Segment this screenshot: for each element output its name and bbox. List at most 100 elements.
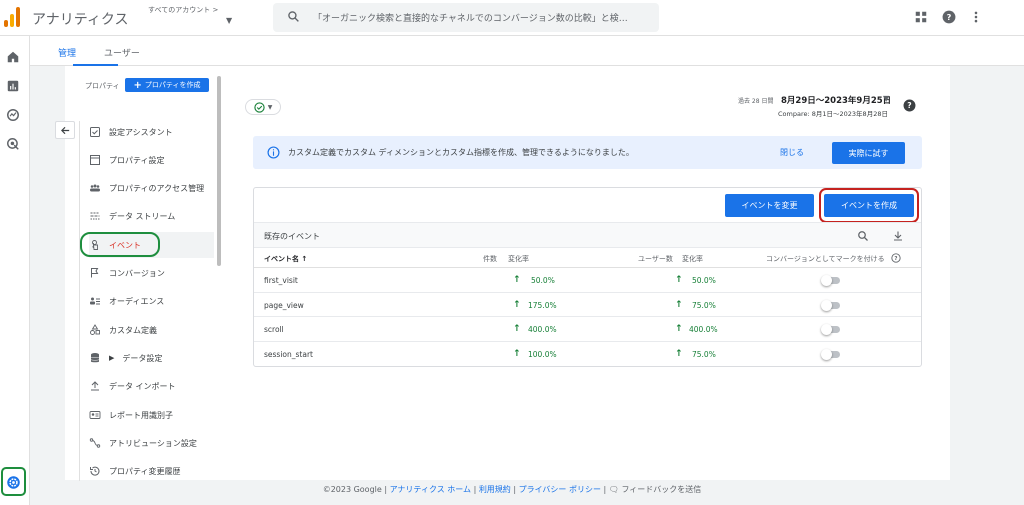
home-icon[interactable] [6, 50, 20, 64]
count-change: 400.0% [528, 325, 557, 334]
nav-property-settings[interactable]: プロパティ設定 [89, 147, 214, 173]
nav-property-change-history[interactable]: プロパティ変更履歴 [89, 458, 214, 484]
nav-label: データ設定 [122, 353, 163, 363]
history-icon [90, 466, 100, 476]
analytics-logo[interactable] [4, 7, 22, 27]
arrow-up-icon: ↑ [513, 299, 521, 310]
help-icon[interactable]: ? [903, 99, 916, 112]
nav-label: データ インポート [109, 381, 176, 391]
nav-audiences[interactable]: オーディエンス [89, 288, 214, 314]
data-quality-chip[interactable]: ▼ [245, 99, 281, 115]
privacy-link[interactable]: プライバシー ポリシー [519, 485, 601, 494]
try-it-button[interactable]: 実際に試す [832, 142, 905, 164]
top-app-bar: アナリティクス すべてのアカウント > ▼ 「オーガニック検索と直接的なチャネル… [0, 0, 1024, 36]
help-icon[interactable]: ? [942, 10, 956, 24]
dismiss-banner-link[interactable]: 閉じる [780, 147, 804, 158]
explore-icon[interactable] [6, 108, 20, 122]
events-card: イベントを変更 イベントを作成 既存のイベント イベント名 ↑ 件数 変化率 ユ… [253, 187, 922, 367]
nav-data-import[interactable]: データ インポート [89, 373, 214, 399]
nav-label: プロパティのアクセス管理 [109, 183, 205, 193]
table-row[interactable]: scroll ↑ 400.0% ↑ 400.0% [254, 317, 921, 342]
date-range-picker[interactable]: 8月29日～2023年9月25日 [781, 94, 891, 106]
event-name[interactable]: session_start [264, 350, 313, 359]
search-icon [288, 11, 299, 22]
nav-label: アトリビューション設定 [109, 438, 197, 448]
conversion-toggle[interactable] [821, 348, 841, 360]
nav-access-management[interactable]: プロパティのアクセス管理 [89, 175, 214, 201]
arrow-up-icon: ↑ [513, 348, 521, 359]
nav-label: カスタム定義 [109, 325, 157, 335]
reports-icon[interactable] [6, 79, 20, 93]
count-change: 50.0% [531, 276, 555, 285]
nav-label: 設定アシスタント [109, 127, 173, 137]
feedback-link[interactable]: フィードバックを送信 [621, 485, 701, 494]
nav-setup-assistant[interactable]: 設定アシスタント [89, 119, 214, 145]
conversion-toggle[interactable] [821, 324, 841, 335]
search-bar[interactable]: 「オーガニック検索と直接的なチャネルでのコンバージョン数の比較」と検… [273, 3, 659, 32]
apps-grid-icon[interactable] [914, 10, 928, 24]
nav-data-settings[interactable]: ▶ データ設定 [89, 345, 214, 371]
conversion-toggle[interactable] [821, 275, 841, 286]
audience-icon [90, 297, 100, 305]
section-title: 既存のイベント [264, 232, 320, 241]
help-outline-icon[interactable]: ? [891, 253, 901, 263]
info-icon [267, 146, 280, 159]
more-vert-icon[interactable] [969, 10, 983, 24]
nav-custom-definitions[interactable]: カスタム定義 [89, 317, 214, 343]
account-selector[interactable]: すべてのアカウント > [148, 5, 218, 15]
arrow-up-icon: ↑ [675, 275, 683, 285]
tab-admin[interactable]: 管理 [58, 46, 76, 59]
event-name[interactable]: scroll [264, 325, 284, 334]
create-property-button[interactable]: + プロパティを作成 [125, 78, 209, 92]
caret-down-icon[interactable]: ▼ [883, 94, 889, 103]
nav-label: データ ストリーム [109, 211, 176, 221]
nav-attribution-settings[interactable]: アトリビューション設定 [89, 430, 214, 456]
arrow-up-icon: ↑ [513, 324, 521, 334]
terms-link[interactable]: 利用規約 [479, 485, 511, 494]
table-header: イベント名 ↑ 件数 変化率 ユーザー数 変化率 コンバージョンとしてマークを付… [254, 248, 921, 268]
app-title: アナリティクス [32, 12, 129, 28]
back-button[interactable] [55, 121, 75, 139]
attribution-icon [89, 438, 101, 448]
download-icon[interactable] [892, 230, 904, 242]
svg-text:?: ? [894, 256, 897, 262]
column-count-change[interactable]: 変化率 [508, 254, 529, 264]
nav-reporting-identity[interactable]: レポート用識別子 [89, 402, 214, 428]
create-event-button[interactable]: イベントを作成 [824, 194, 914, 217]
search-input[interactable]: 「オーガニック検索と直接的なチャネルでのコンバージョン数の比較」と検… [313, 11, 653, 24]
column-event-name[interactable]: イベント名 ↑ [264, 254, 307, 264]
nav-conversions[interactable]: コンバージョン [89, 260, 214, 286]
banner-text: カスタム定義でカスタム ディメンションとカスタム指標を作成、管理できるようになり… [288, 148, 634, 157]
tab-user[interactable]: ユーザー [104, 46, 140, 59]
data-stream-icon [90, 212, 100, 220]
search-icon[interactable] [857, 230, 869, 242]
flag-icon [91, 268, 99, 278]
column-count[interactable]: 件数 [483, 254, 497, 264]
info-banner: カスタム定義でカスタム ディメンションとカスタム指標を作成、管理できるようになり… [253, 136, 922, 169]
table-row[interactable]: first_visit ↑ 50.0% ↑ 50.0% [254, 268, 921, 293]
table-row[interactable]: session_start ↑ 100.0% ↑ 75.0% [254, 342, 921, 367]
advertising-icon[interactable] [6, 137, 20, 151]
users-change: 50.0% [692, 276, 716, 285]
event-name[interactable]: first_visit [264, 276, 298, 285]
shapes-icon [90, 324, 100, 335]
event-name[interactable]: page_view [264, 301, 304, 310]
count-change: 100.0% [528, 349, 557, 359]
expand-caret-icon: ▶ [109, 354, 115, 362]
nav-data-streams[interactable]: データ ストリーム [89, 203, 214, 229]
users-change: 75.0% [692, 349, 716, 359]
analytics-home-link[interactable]: アナリティクス ホーム [390, 485, 471, 494]
modify-event-button[interactable]: イベントを変更 [725, 194, 814, 217]
highlight-ring-events [80, 232, 160, 257]
id-icon [89, 411, 101, 419]
count-change: 175.0% [528, 300, 557, 310]
arrow-up-icon: ↑ [675, 299, 683, 310]
date-range-label: 過去 28 日間 [738, 98, 774, 105]
nav-scrollbar[interactable] [217, 76, 221, 266]
nav-label: コンバージョン [109, 268, 165, 278]
caret-down-icon[interactable]: ▼ [226, 16, 232, 25]
column-users-change[interactable]: 変化率 [682, 254, 703, 264]
column-users[interactable]: ユーザー数 [638, 254, 673, 264]
table-row[interactable]: page_view ↑ 175.0% ↑ 75.0% [254, 293, 921, 317]
conversion-toggle[interactable] [821, 299, 841, 311]
